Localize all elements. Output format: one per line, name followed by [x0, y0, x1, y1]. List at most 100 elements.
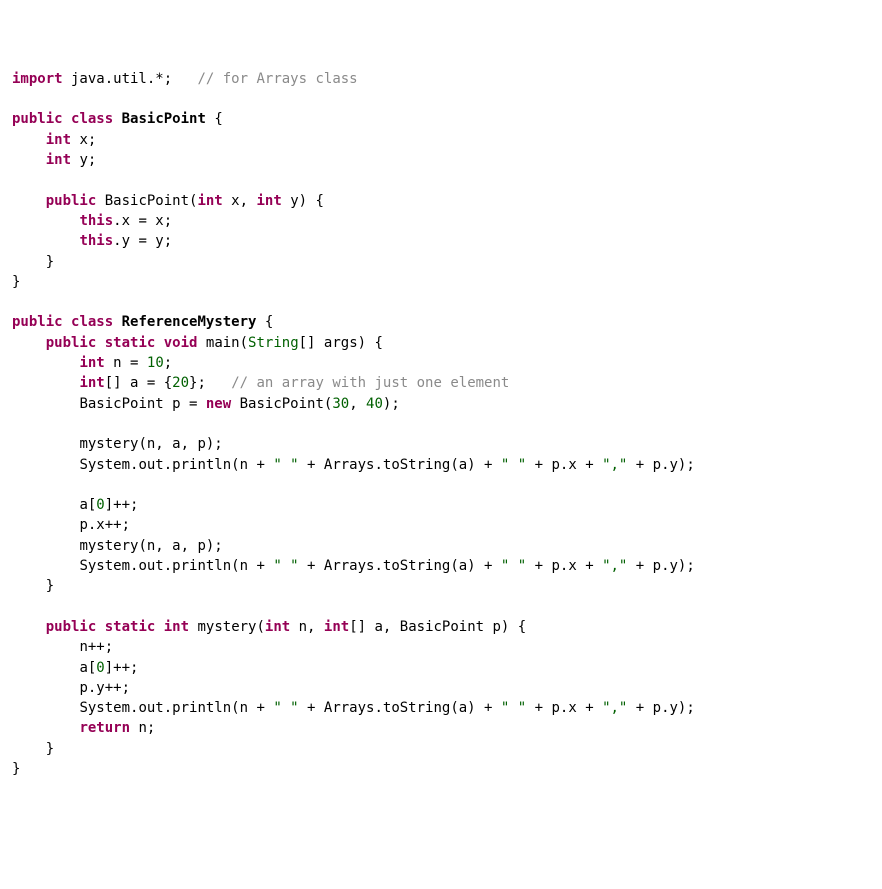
code-line: }	[12, 759, 870, 779]
code-token: // an array with just one element	[231, 375, 509, 391]
code-token: BasicPoint	[122, 111, 206, 127]
code-token: BasicPoint(	[96, 193, 197, 209]
code-token: return	[79, 720, 130, 736]
code-token: mystery(	[189, 619, 265, 635]
code-line: p.x++;	[12, 515, 870, 535]
code-token: void	[164, 335, 198, 351]
code-token: ","	[602, 700, 627, 716]
code-token: + p.y);	[627, 700, 694, 716]
code-token: ReferenceMystery	[122, 314, 257, 330]
code-token: BasicPoint(	[231, 396, 332, 412]
code-token: this	[79, 233, 113, 249]
code-token: a[	[79, 497, 96, 513]
code-line: a[0]++;	[12, 495, 870, 515]
code-token: " "	[273, 457, 298, 473]
code-token: a[	[79, 660, 96, 676]
code-token: {	[206, 111, 223, 127]
code-token: 40	[366, 396, 383, 412]
code-token: " "	[273, 558, 298, 574]
code-line: int y;	[12, 150, 870, 170]
code-token: x;	[71, 132, 96, 148]
code-token: + p.x +	[526, 700, 602, 716]
code-token: java.util.	[63, 71, 156, 87]
code-token: public	[46, 193, 97, 209]
code-token: + p.y);	[627, 558, 694, 574]
code-token: n,	[290, 619, 324, 635]
code-token: ","	[602, 457, 627, 473]
code-line: public static int mystery(int n, int[] a…	[12, 617, 870, 637]
code-token: public	[12, 314, 63, 330]
code-token: .y = y;	[113, 233, 172, 249]
code-token: );	[383, 396, 400, 412]
code-line: import java.util.*; // for Arrays class	[12, 69, 870, 89]
code-token: }	[46, 578, 54, 594]
code-token: public	[46, 619, 97, 635]
code-token: }	[46, 741, 54, 757]
code-line	[12, 170, 870, 190]
code-token: + Arrays.toString(a) +	[299, 700, 501, 716]
code-line: public static void main(String[] args) {	[12, 333, 870, 353]
code-token: ","	[602, 558, 627, 574]
code-token: };	[189, 375, 231, 391]
code-token: mystery(n, a, p);	[79, 436, 222, 452]
code-token: int	[265, 619, 290, 635]
code-token: " "	[273, 700, 298, 716]
code-token: int	[197, 193, 222, 209]
code-token: + Arrays.toString(a) +	[299, 457, 501, 473]
code-line: }	[12, 252, 870, 272]
code-line: int[] a = {20}; // an array with just on…	[12, 373, 870, 393]
code-token: static	[105, 335, 156, 351]
code-line: p.y++;	[12, 678, 870, 698]
code-token	[172, 71, 197, 87]
code-line: public class BasicPoint {	[12, 109, 870, 129]
code-token: new	[206, 396, 231, 412]
code-token: int	[46, 132, 71, 148]
code-token: 20	[172, 375, 189, 391]
code-token: int	[46, 152, 71, 168]
code-token: x,	[223, 193, 257, 209]
code-token: *	[155, 71, 163, 87]
code-token: System.out.println(n +	[79, 457, 273, 473]
code-token: 0	[96, 497, 104, 513]
code-token: y;	[71, 152, 96, 168]
code-token	[113, 314, 121, 330]
code-line: int n = 10;	[12, 353, 870, 373]
code-token: }	[12, 274, 20, 290]
code-line: BasicPoint p = new BasicPoint(30, 40);	[12, 394, 870, 414]
code-line	[12, 292, 870, 312]
code-token: ;	[164, 71, 172, 87]
code-line: System.out.println(n + " " + Arrays.toSt…	[12, 455, 870, 475]
code-token	[155, 619, 163, 635]
code-token: 30	[332, 396, 349, 412]
code-token: n;	[130, 720, 155, 736]
code-line: n++;	[12, 637, 870, 657]
code-token: + p.x +	[526, 457, 602, 473]
code-line: int x;	[12, 130, 870, 150]
code-line	[12, 414, 870, 434]
code-line	[12, 89, 870, 109]
code-line: mystery(n, a, p);	[12, 434, 870, 454]
code-token: ]++;	[105, 497, 139, 513]
code-token: int	[164, 619, 189, 635]
code-line: this.x = x;	[12, 211, 870, 231]
code-token: this	[79, 213, 113, 229]
code-line	[12, 597, 870, 617]
code-token: 10	[147, 355, 164, 371]
code-token: y) {	[282, 193, 324, 209]
code-token: [] a = {	[105, 375, 172, 391]
code-line: System.out.println(n + " " + Arrays.toSt…	[12, 698, 870, 718]
code-token: }	[46, 254, 54, 270]
code-token: int	[256, 193, 281, 209]
code-token: int	[79, 355, 104, 371]
code-line: }	[12, 576, 870, 596]
code-token	[155, 335, 163, 351]
code-token: BasicPoint p =	[79, 396, 205, 412]
code-token: [] args) {	[299, 335, 383, 351]
code-token	[63, 314, 71, 330]
code-token: {	[256, 314, 273, 330]
code-token: String	[248, 335, 299, 351]
code-token: n++;	[79, 639, 113, 655]
code-token: " "	[501, 457, 526, 473]
code-token: int	[79, 375, 104, 391]
code-line: return n;	[12, 718, 870, 738]
